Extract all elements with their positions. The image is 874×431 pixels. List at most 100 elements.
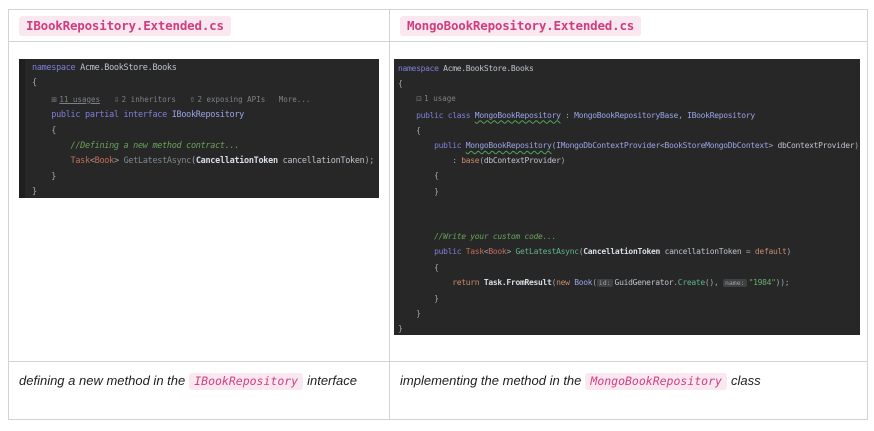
code-token — [100, 95, 114, 104]
caption-text: implementing the method in the — [400, 373, 581, 388]
caption-code-chip: MongoBookRepository — [585, 373, 727, 390]
code-token: { — [32, 78, 37, 88]
code-line: Task<Book> GetLatestAsync(CancellationTo… — [32, 154, 379, 169]
code-line: } — [398, 321, 860, 335]
code-token: Task — [466, 247, 484, 256]
code-line: namespace Acme.BookStore.Books — [398, 61, 860, 76]
caption-code-chip: IBookRepository — [189, 373, 303, 390]
code-token: //Write your custom code... — [434, 232, 556, 241]
caption-text: class — [731, 373, 761, 388]
code-token: } — [416, 309, 421, 318]
code-token — [398, 141, 434, 150]
code-token — [176, 95, 190, 104]
code-line: //Defining a new method contract... — [32, 139, 379, 154]
code-line: } — [32, 170, 379, 185]
code-line: : base(dbContextProvider) — [398, 153, 860, 168]
code-token: GetLatestAsync — [124, 156, 191, 166]
code-token — [398, 126, 416, 135]
comparison-table: IBookRepository.Extended.cs MongoBookRep… — [8, 9, 868, 420]
header-cell-left: IBookRepository.Extended.cs — [9, 10, 389, 41]
code-token: dbContextProvider — [484, 156, 561, 165]
code-token: public partial interface — [51, 110, 167, 120]
code-token: public — [434, 247, 466, 256]
code-token: Create — [678, 278, 705, 287]
code-token: (), — [705, 278, 723, 287]
usages-icon: ⊡ — [416, 95, 424, 103]
code-line: { — [32, 124, 379, 139]
code-line: } — [32, 185, 379, 198]
code-token: 2 exposing APIs — [197, 95, 265, 104]
code-token: , — [678, 111, 687, 120]
code-token — [398, 94, 416, 103]
code-line: public Task<Book> GetLatestAsync(Cancell… — [398, 244, 860, 259]
code-token: cancellationToken — [278, 156, 365, 166]
code-token — [398, 187, 434, 196]
code-token: } — [398, 324, 403, 333]
code-token: Book — [488, 247, 506, 256]
code-token: base — [461, 156, 479, 165]
ide-code-screenshot-mongobookrepository: namespace Acme.BookStore.Books { ⊡ 1 usag… — [394, 59, 860, 335]
code-token: //Defining a new method contract... — [71, 141, 240, 151]
code-token — [398, 263, 434, 272]
code-token: MongoBookRepository — [475, 111, 561, 120]
header-cell-right: MongoBookRepository.Extended.cs — [389, 10, 867, 41]
inheritors-icon: ⇩ — [114, 96, 122, 104]
code-token — [398, 278, 452, 287]
code-token: CancellationToken — [196, 156, 278, 166]
code-token: Book — [95, 156, 114, 166]
code-line: } — [398, 291, 860, 306]
code-line: public partial interface IBookRepository — [32, 108, 379, 123]
code-token: Book — [574, 278, 592, 287]
code-token — [32, 172, 51, 182]
code-token: IMongoDbContextProvider — [556, 141, 660, 150]
code-token: id: — [597, 279, 613, 287]
code-token: } — [51, 172, 56, 182]
code-token: { — [51, 126, 56, 136]
code-token: dbContextProvider — [777, 141, 854, 150]
code-token: Task.FromResult — [484, 278, 552, 287]
code-token: MongoBookRepository — [466, 141, 552, 150]
screenshot-cell-right: namespace Acme.BookStore.Books { ⊡ 1 usag… — [389, 41, 867, 361]
code-token: ) — [787, 247, 792, 256]
code-line: namespace Acme.BookStore.Books — [32, 61, 379, 76]
code-token: GetLatestAsync — [516, 247, 579, 256]
caption-cell-right: implementing the method in the MongoBookR… — [389, 361, 867, 419]
code-line: ⊞ 11 usages ⇩ 2 inheritors ⇧ 2 exposing … — [32, 92, 379, 108]
code-token: namespace — [398, 64, 439, 73]
code-token: 1 usage — [424, 94, 456, 103]
code-token: public class — [416, 111, 475, 120]
code-line: public MongoBookRepository(IMongoDbConte… — [398, 138, 860, 153]
code-token: IBookRepository — [687, 111, 755, 120]
code-token: { — [434, 171, 439, 180]
filename-chip-ibookrepository: IBookRepository.Extended.cs — [19, 16, 231, 36]
code-token: new — [556, 278, 574, 287]
code-token: 2 inheritors — [122, 95, 176, 104]
code-line: public class MongoBookRepository : Mongo… — [398, 108, 860, 123]
code-token: : — [561, 111, 575, 120]
code-token — [398, 294, 434, 303]
code-token: default — [755, 247, 787, 256]
code-token: IBookRepository — [167, 110, 244, 120]
code-token: { — [434, 263, 439, 272]
code-token: : — [452, 156, 461, 165]
code-token: return — [452, 278, 484, 287]
code-token — [32, 110, 51, 120]
code-token: } — [434, 187, 439, 196]
code-line: { — [398, 168, 860, 183]
code-token — [398, 156, 452, 165]
code-line: { — [32, 76, 379, 91]
code-token: "1984" — [749, 278, 776, 287]
code-line: ⊡ 1 usage — [398, 91, 860, 107]
code-token: namespace — [32, 63, 75, 73]
code-token: name: — [723, 279, 747, 287]
code-token: GuidGenerator — [615, 278, 674, 287]
code-token — [398, 232, 434, 241]
code-token: 11 usages — [59, 95, 100, 104]
code-line: { — [398, 260, 860, 275]
code-line: } — [398, 306, 860, 321]
code-token: Task — [71, 156, 90, 166]
code-token: More... — [265, 95, 310, 104]
code-token: CancellationToken — [583, 247, 660, 256]
code-token — [398, 111, 416, 120]
caption-text: defining a new method in the — [19, 373, 185, 388]
